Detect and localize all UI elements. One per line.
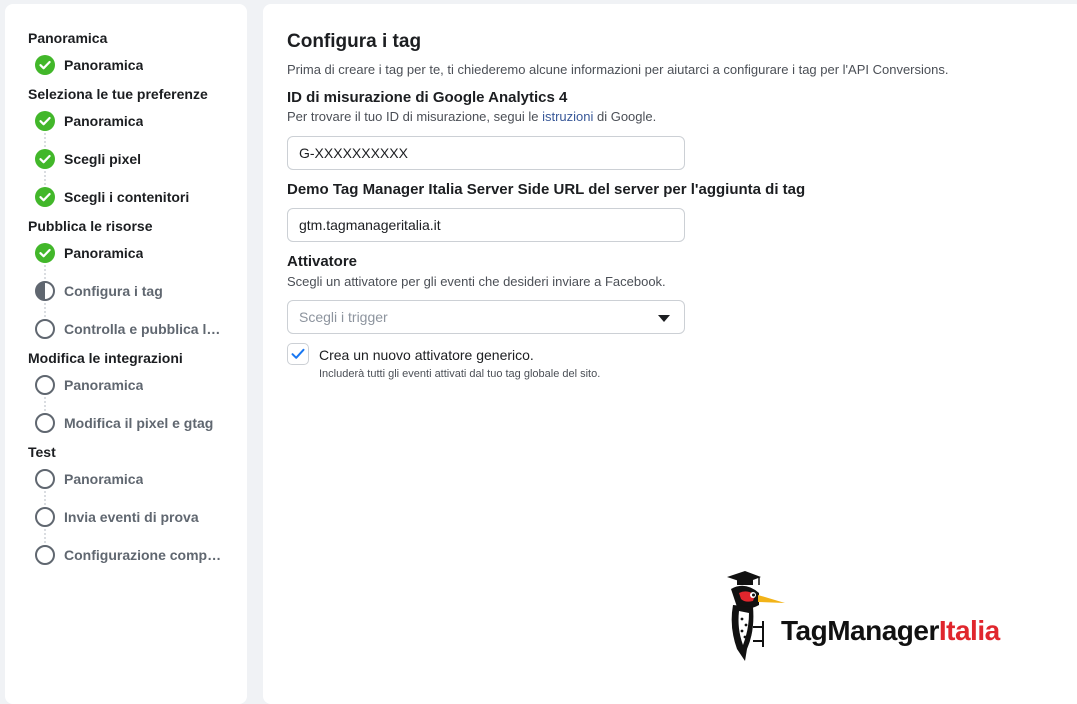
trigger-field-title: Attivatore: [287, 253, 358, 270]
ga4-field-title: ID di misurazione di Google Analytics 4: [287, 89, 568, 106]
caret-down-icon: [658, 315, 670, 322]
logo-wordmark: TagManagerItalia: [781, 615, 1000, 647]
instructions-link[interactable]: istruzioni: [542, 109, 593, 124]
server-url-field-title: Demo Tag Manager Italia Server Side URL …: [287, 181, 806, 198]
check-circle-icon: [35, 243, 55, 263]
step-integrations-overview[interactable]: Panoramica: [35, 373, 240, 397]
step-send-test-events[interactable]: Invia eventi di prova: [35, 505, 240, 529]
tagmanageritalia-logo: TagManagerItalia: [719, 571, 1049, 666]
logo-text-tagmanager: TagManager: [781, 615, 939, 646]
step-test-overview[interactable]: Panoramica: [35, 467, 240, 491]
empty-circle-icon: [35, 545, 55, 565]
step-label: Panoramica: [64, 245, 144, 261]
step-label: Controlla e pubblica le …: [64, 321, 222, 337]
step-label: Panoramica: [64, 57, 144, 73]
step-label: Scegli pixel: [64, 151, 142, 167]
check-circle-icon: [35, 111, 55, 131]
empty-circle-icon: [35, 469, 55, 489]
woodpecker-mascot-icon: [727, 571, 785, 661]
step-choose-containers[interactable]: Scegli i contenitori: [35, 185, 240, 209]
section-title-publish: Pubblica le risorse: [28, 218, 153, 234]
step-label: Modifica il pixel e gtag: [64, 415, 214, 431]
trigger-help-text: Scegli un attivatore per gli eventi che …: [287, 274, 666, 289]
logo-text-italia: Italia: [938, 615, 1000, 646]
check-circle-icon: [35, 187, 55, 207]
checkbox-label: Crea un nuovo attivatore generico.: [319, 347, 534, 363]
step-configure-tags[interactable]: Configura i tag: [35, 279, 240, 303]
generic-trigger-checkbox[interactable]: [287, 343, 309, 365]
server-url-value: gtm.tagmanageritalia.it: [299, 217, 441, 233]
step-label: Configura i tag: [64, 283, 163, 299]
step-publish-overview[interactable]: Panoramica: [35, 241, 240, 265]
step-label: Panoramica: [64, 113, 144, 129]
step-overview[interactable]: Panoramica: [35, 53, 240, 77]
check-circle-icon: [35, 55, 55, 75]
empty-circle-icon: [35, 375, 55, 395]
ga4-measurement-id-input[interactable]: G-XXXXXXXXXX: [287, 136, 685, 170]
intro-text: Prima di creare i tag per te, ti chieder…: [287, 62, 949, 77]
ga4-input-value: G-XXXXXXXXXX: [299, 145, 408, 161]
empty-circle-icon: [35, 319, 55, 339]
step-label: Panoramica: [64, 471, 144, 487]
empty-circle-icon: [35, 413, 55, 433]
step-label: Invia eventi di prova: [64, 509, 199, 525]
section-title-test: Test: [28, 444, 56, 460]
checkmark-icon: [291, 348, 305, 359]
progress-sidebar: Panoramica Panoramica Seleziona le tue p…: [5, 4, 247, 704]
step-preferences-overview[interactable]: Panoramica: [35, 109, 240, 133]
step-label: Configurazione comple…: [64, 547, 222, 563]
page-title: Configura i tag: [287, 31, 422, 52]
section-title-overview: Panoramica: [28, 30, 108, 46]
step-choose-pixel[interactable]: Scegli pixel: [35, 147, 240, 171]
half-circle-icon: [35, 281, 55, 301]
step-setup-complete[interactable]: Configurazione comple…: [35, 543, 240, 567]
empty-circle-icon: [35, 507, 55, 527]
ga4-help-suffix: di Google.: [593, 109, 657, 124]
ga4-help-text: Per trovare il tuo ID di misurazione, se…: [287, 109, 656, 124]
trigger-select-placeholder: Scegli i trigger: [299, 309, 388, 325]
step-review-publish[interactable]: Controlla e pubblica le …: [35, 317, 240, 341]
section-title-preferences: Seleziona le tue preferenze: [28, 86, 208, 102]
server-url-input[interactable]: gtm.tagmanageritalia.it: [287, 208, 685, 242]
check-circle-icon: [35, 149, 55, 169]
step-label: Scegli i contenitori: [64, 189, 190, 205]
trigger-select[interactable]: Scegli i trigger: [287, 300, 685, 334]
ga4-help-prefix: Per trovare il tuo ID di misurazione, se…: [287, 109, 543, 124]
checkbox-help-text: Includerà tutti gli eventi attivati dal …: [319, 368, 601, 380]
step-label: Panoramica: [64, 377, 144, 393]
section-title-integrations: Modifica le integrazioni: [28, 350, 183, 366]
step-edit-pixel-gtag[interactable]: Modifica il pixel e gtag: [35, 411, 240, 435]
